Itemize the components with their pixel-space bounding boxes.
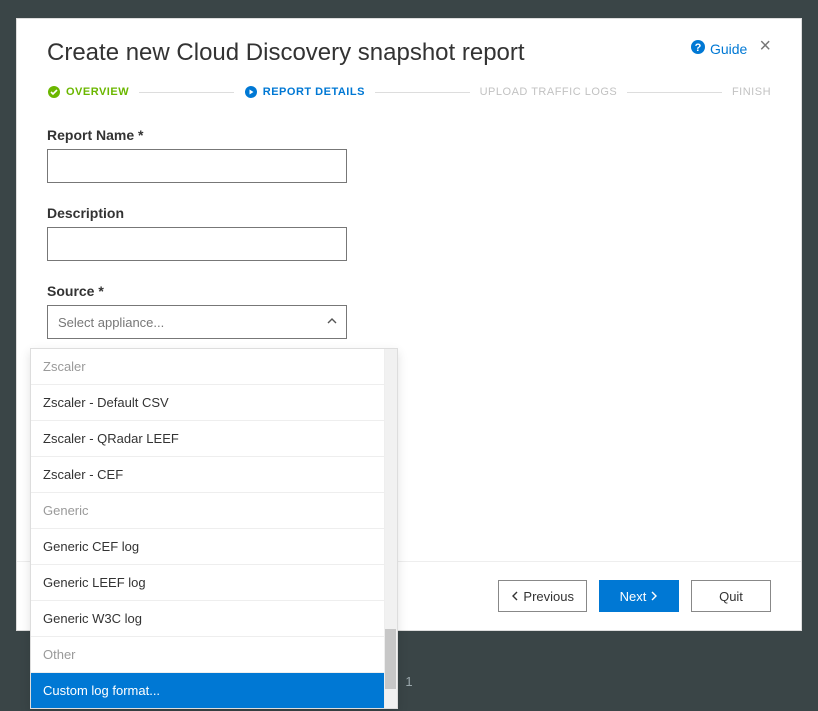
chevron-up-icon xyxy=(326,315,338,330)
guide-label: Guide xyxy=(710,41,747,57)
source-dropdown: ZscalerZscaler - Default CSVZscaler - QR… xyxy=(30,348,398,709)
dropdown-group-header: Generic xyxy=(31,493,397,529)
dropdown-option[interactable]: Generic CEF log xyxy=(31,529,397,565)
close-icon[interactable]: × xyxy=(759,36,771,56)
step-upload-logs: UPLOAD TRAFFIC LOGS xyxy=(480,86,618,98)
dropdown-option[interactable]: Zscaler - CEF xyxy=(31,457,397,493)
button-label: Next xyxy=(620,589,647,604)
step-report-details[interactable]: REPORT DETAILS xyxy=(244,85,365,99)
step-label: FINISH xyxy=(732,86,771,98)
dropdown-option[interactable]: Custom log format... xyxy=(31,673,397,708)
description-label: Description xyxy=(47,205,771,221)
dropdown-group-header: Other xyxy=(31,637,397,673)
previous-button[interactable]: Previous xyxy=(498,580,587,612)
quit-button[interactable]: Quit xyxy=(691,580,771,612)
description-input[interactable] xyxy=(47,227,347,261)
select-placeholder: Select appliance... xyxy=(58,315,164,330)
wizard-stepper: OVERVIEW REPORT DETAILS UPLOAD TRAFFIC L… xyxy=(47,85,771,99)
source-group: Source * Select appliance... xyxy=(47,283,771,339)
scrollbar-track[interactable] xyxy=(384,349,397,708)
step-label: REPORT DETAILS xyxy=(263,86,365,98)
play-circle-icon xyxy=(244,85,258,99)
scrollbar-thumb[interactable] xyxy=(385,629,396,689)
dialog-header: Create new Cloud Discovery snapshot repo… xyxy=(47,39,771,67)
dropdown-group-header: Zscaler xyxy=(31,349,397,385)
step-separator xyxy=(375,92,470,93)
button-label: Previous xyxy=(523,589,574,604)
dropdown-option[interactable]: Zscaler - QRadar LEEF xyxy=(31,421,397,457)
dropdown-option[interactable]: Generic W3C log xyxy=(31,601,397,637)
chevron-left-icon xyxy=(511,589,519,604)
dropdown-option[interactable]: Generic LEEF log xyxy=(31,565,397,601)
report-name-group: Report Name * xyxy=(47,127,771,183)
step-separator xyxy=(627,92,722,93)
svg-text:?: ? xyxy=(695,42,702,54)
step-finish: FINISH xyxy=(732,86,771,98)
source-label: Source * xyxy=(47,283,771,299)
button-label: Quit xyxy=(719,589,743,604)
source-select[interactable]: Select appliance... xyxy=(47,305,347,339)
step-overview[interactable]: OVERVIEW xyxy=(47,85,129,99)
description-group: Description xyxy=(47,205,771,261)
chevron-right-icon xyxy=(650,589,658,604)
step-separator xyxy=(139,92,234,93)
dialog-title: Create new Cloud Discovery snapshot repo… xyxy=(47,39,525,67)
help-icon: ? xyxy=(690,39,706,58)
guide-link[interactable]: ? Guide xyxy=(690,39,747,58)
report-name-input[interactable] xyxy=(47,149,347,183)
report-name-label: Report Name * xyxy=(47,127,771,143)
dropdown-option[interactable]: Zscaler - Default CSV xyxy=(31,385,397,421)
step-label: OVERVIEW xyxy=(66,86,129,98)
step-label: UPLOAD TRAFFIC LOGS xyxy=(480,86,618,98)
next-button[interactable]: Next xyxy=(599,580,679,612)
check-circle-icon xyxy=(47,85,61,99)
